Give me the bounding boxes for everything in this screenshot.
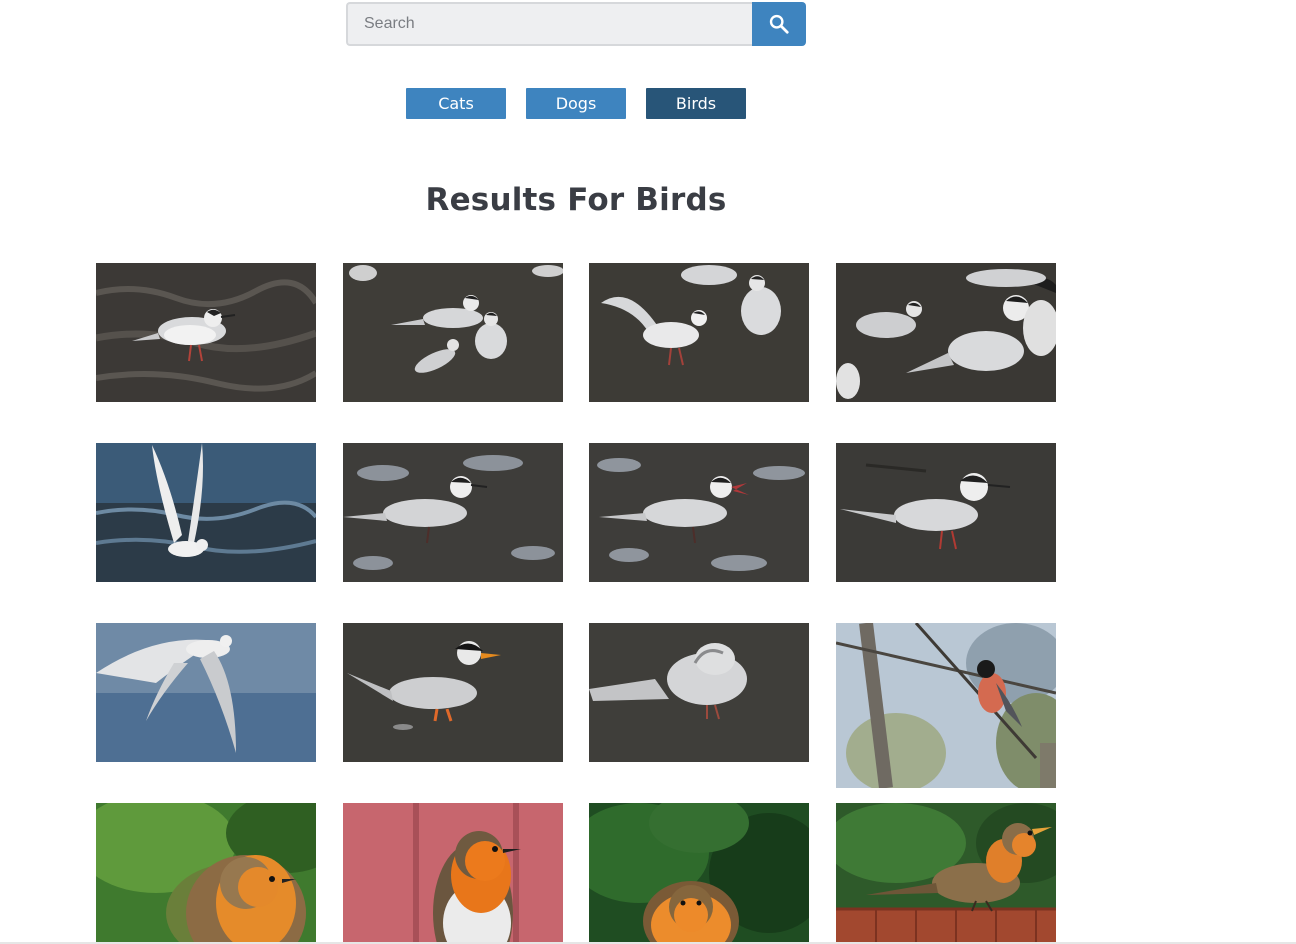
category-button-cats[interactable]: Cats (406, 88, 506, 119)
result-image[interactable] (96, 803, 316, 944)
category-button-birds[interactable]: Birds (646, 88, 746, 119)
result-image[interactable] (836, 263, 1056, 402)
result-image[interactable] (589, 443, 809, 582)
search-form (346, 2, 806, 46)
search-input[interactable] (346, 2, 752, 46)
result-image[interactable] (343, 623, 563, 762)
result-image[interactable] (343, 803, 563, 944)
result-image[interactable] (836, 803, 1056, 944)
result-image[interactable] (96, 623, 316, 762)
results-heading: Results For Birds (425, 182, 727, 218)
page: Cats Dogs Birds Results For Birds (0, 0, 1296, 944)
result-image[interactable] (589, 623, 809, 762)
search-button[interactable] (752, 2, 806, 46)
result-image[interactable] (589, 803, 809, 944)
result-image[interactable] (96, 263, 316, 402)
result-image[interactable] (836, 623, 1056, 788)
result-image[interactable] (96, 443, 316, 582)
result-image[interactable] (343, 443, 563, 582)
result-image[interactable] (589, 263, 809, 402)
result-image[interactable] (836, 443, 1056, 582)
result-image[interactable] (343, 263, 563, 402)
category-button-dogs[interactable]: Dogs (526, 88, 626, 119)
search-icon (769, 14, 789, 34)
